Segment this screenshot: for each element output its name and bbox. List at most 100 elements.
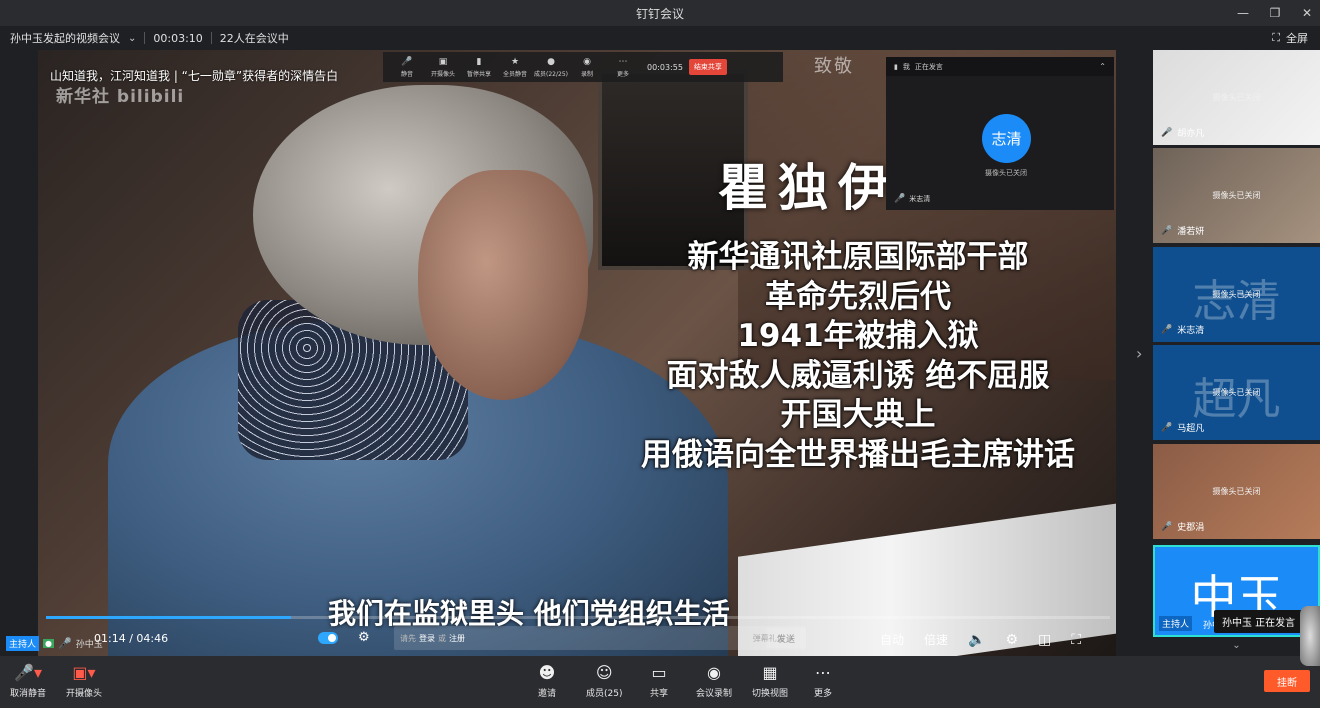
meeting-info-bar: 孙中玉发起的视频会议 ⌄ 00:03:10 22人在会议中 ⛶ 全屏	[0, 26, 1320, 50]
fullscreen-button[interactable]: ⛶ 全屏	[1272, 26, 1308, 50]
float-pause-share-button[interactable]: ▮ 暂停共享	[461, 57, 497, 78]
pip-name-label: 米志清	[909, 195, 931, 203]
register-link[interactable]: 注册	[449, 633, 465, 644]
minimize-icon[interactable]: —	[1236, 6, 1250, 20]
restore-icon[interactable]: ❐	[1268, 6, 1282, 20]
participant-name: 🎤 胡亦凡	[1161, 126, 1204, 140]
fullscreen-icon: ⛶	[1272, 31, 1280, 44]
float-item-label: 暂停共享	[466, 70, 491, 78]
caption-line: 面对敌人威逼利诱 绝不屈服	[666, 357, 1050, 394]
camera-icon: ▣	[438, 56, 448, 67]
shared-screen[interactable]: 山知道我，江河知道我 | “七一勋章”获得者的深情告白 新华社 bilibili…	[38, 50, 1116, 656]
float-more-button[interactable]: ⋯ 更多	[605, 57, 641, 78]
close-icon[interactable]: ✕	[1300, 6, 1314, 20]
participant-name-label: 马超凡	[1177, 424, 1205, 434]
float-item-label: 录制	[580, 70, 593, 78]
participant-count: 22人在会议中	[219, 32, 289, 45]
volume-icon[interactable]: 🔈	[968, 632, 985, 648]
share-label: 共享	[650, 689, 669, 699]
participant-tile[interactable]: 摄像头已关闭 🎤 胡亦凡	[1153, 50, 1320, 145]
members-icon: ☺	[595, 663, 613, 682]
participant-name: 🎤 米志清	[1161, 323, 1204, 337]
mic-muted-icon: 🎤	[1161, 225, 1173, 236]
chevron-down-icon[interactable]: ⌄	[128, 33, 136, 44]
scroll-down-icon[interactable]: ⌄	[1153, 640, 1320, 654]
assistant-mascot[interactable]	[1300, 606, 1320, 666]
caption-line: 1941年被捕入狱	[737, 318, 979, 354]
mic-muted-icon: 🎤▾	[14, 663, 42, 682]
meeting-name[interactable]: 孙中玉发起的视频会议	[10, 30, 120, 46]
speed-button[interactable]: 倍速	[924, 631, 948, 648]
float-members-button[interactable]: ● 成员(22/25)	[533, 57, 569, 78]
mic-muted-icon: 🎤	[894, 194, 906, 204]
settings-icon[interactable]: ⚙	[1005, 632, 1018, 648]
window-controls: — ❐ ✕	[1236, 0, 1314, 26]
pip-name: 🎤 米志清	[894, 194, 930, 204]
mic-muted-icon: 🎤	[1161, 422, 1173, 433]
collapse-icon[interactable]: ⌃	[1099, 62, 1106, 71]
danmaku-input[interactable]: 请先 登录 或 注册 弹幕礼仪 >	[394, 626, 806, 650]
mic-icon: 🎤	[58, 637, 72, 650]
speaking-tooltip: 孙中玉 正在发言	[1214, 610, 1304, 633]
hangup-button[interactable]: 挂断	[1264, 670, 1310, 692]
video-time: 01:14 / 04:46	[94, 632, 169, 645]
video-top-text: 致敬	[814, 56, 854, 77]
title-bar: 钉钉会议 — ❐ ✕	[0, 0, 1320, 26]
video-figure-face	[418, 170, 588, 400]
float-mute-all-button[interactable]: ★ 全员静音	[497, 57, 533, 78]
share-button[interactable]: ▭ 共享	[650, 663, 669, 700]
pip-header: ▮ 我 正在发言 ⌃	[886, 57, 1114, 76]
share-screen-icon: ▭	[651, 663, 667, 682]
caption-line: 新华通讯社原国际部干部	[687, 239, 1029, 275]
participant-name: 🎤 史郡涓	[1161, 520, 1204, 534]
video-progress-bar[interactable]	[46, 616, 1110, 619]
video-name-caption: 瞿独伊	[718, 158, 898, 217]
progress-fill	[46, 616, 291, 619]
unmute-label: 取消静音	[10, 689, 47, 699]
danmaku-send-button[interactable]: 发送	[766, 628, 806, 648]
danmaku-toggle[interactable]	[318, 632, 338, 644]
chevron-right-icon[interactable]: ›	[1136, 344, 1142, 363]
pip-icon[interactable]: ◫	[1038, 632, 1051, 648]
participant-name-label: 潘若妍	[1177, 227, 1205, 237]
danmaku-settings-icon[interactable]: ⚙	[358, 630, 370, 645]
record-button[interactable]: ◉ 会议录制	[696, 663, 733, 700]
float-mute-button[interactable]: 🎤 静音	[389, 57, 425, 78]
more-label: 更多	[814, 689, 833, 699]
floating-meeting-toolbar: 🎤 静音 ▣ 开摄像头 ▮ 暂停共享 ★ 全员静音 ● 成员(22/25) ◉ 录制 ⋯ 更多…	[383, 52, 783, 82]
mic-icon: 🎤	[1161, 521, 1173, 532]
login-link[interactable]: 登录	[419, 633, 435, 644]
host-badge: 主持人	[6, 636, 40, 651]
divider	[210, 32, 212, 44]
record-label: 会议录制	[696, 689, 733, 699]
participant-tile[interactable]: 摄像头已关闭 🎤 史郡涓	[1153, 444, 1320, 539]
participant-tile[interactable]: 超凡 摄像头已关闭 🎤 马超凡	[1153, 345, 1320, 440]
host-badge: 主持人	[1159, 616, 1193, 631]
switch-view-button[interactable]: ▦ 切换视图	[752, 664, 789, 700]
float-item-label: 开摄像头	[430, 70, 455, 78]
invite-button[interactable]: ☻ 邀请	[538, 664, 556, 700]
pause-icon: ▮	[476, 56, 482, 67]
mic-muted-icon: 🎤	[1161, 324, 1173, 335]
participant-tile[interactable]: 志清 摄像头已关闭 🎤 米志清	[1153, 247, 1320, 342]
more-button[interactable]: ⋯ 更多	[814, 664, 833, 700]
quality-button[interactable]: 自动	[880, 631, 904, 648]
members-button[interactable]: ☺ 成员(25)	[586, 663, 622, 700]
speaker-pip[interactable]: ▮ 我 正在发言 ⌃ 志清 摄像头已关闭 🎤 米志清	[886, 57, 1114, 210]
fullscreen-video-icon[interactable]: ⛶	[1071, 632, 1081, 648]
participant-tile[interactable]: 摄像头已关闭 🎤 潘若妍	[1153, 148, 1320, 243]
mic-icon: 🎤	[401, 56, 413, 67]
stop-share-button[interactable]: 结束共享	[688, 59, 727, 75]
camera-button[interactable]: ▣▾ 开摄像头	[66, 664, 103, 700]
camera-label: 开摄像头	[66, 689, 103, 699]
participant-name: 🎤 潘若妍	[1161, 224, 1205, 238]
unmute-button[interactable]: 🎤▾ 取消静音	[10, 663, 47, 700]
record-icon: ◉	[707, 663, 721, 682]
float-record-button[interactable]: ◉ 录制	[569, 57, 605, 78]
bottom-toolbar: 🎤▾ 取消静音 ▣▾ 开摄像头 ☻ 邀请 ☺ 成员(25) ▭ 共享 ◉ 会议录…	[0, 656, 1320, 708]
speaking-bars-icon: ▮	[894, 62, 898, 71]
switch-view-label: 切换视图	[752, 689, 789, 699]
camera-off-label: 摄像头已关闭	[985, 169, 1027, 177]
camera-off-label: 摄像头已关闭	[1212, 290, 1261, 299]
float-camera-button[interactable]: ▣ 开摄像头	[425, 57, 461, 78]
